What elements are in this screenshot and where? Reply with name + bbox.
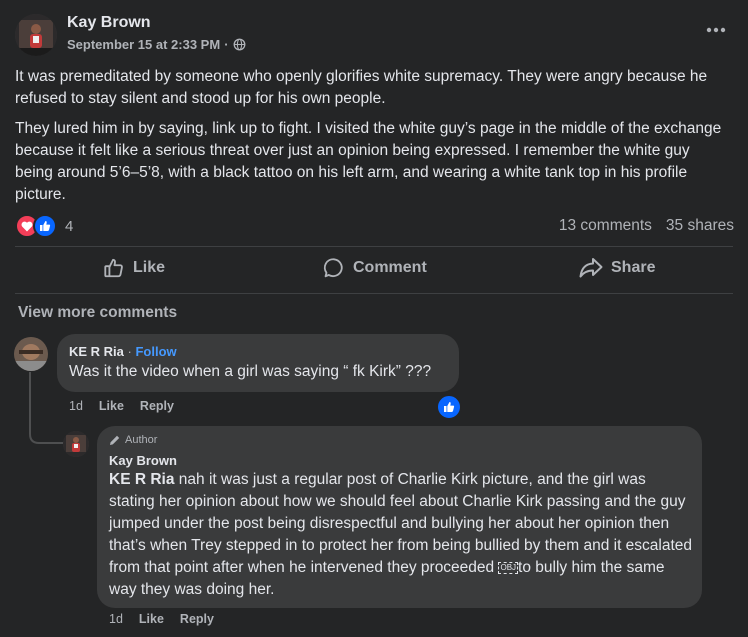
share-arrow-icon bbox=[579, 258, 603, 278]
comment-label: Comment bbox=[353, 259, 427, 276]
comment-header: KE R Ria · Follow bbox=[69, 344, 177, 359]
meta-separator: · bbox=[224, 37, 229, 52]
reply-bubble: Author Kay Brown KE R Ria nah it was jus… bbox=[97, 426, 702, 608]
reply-author-name[interactable]: Kay Brown bbox=[109, 453, 177, 468]
comment-reply-button[interactable]: Reply bbox=[140, 399, 174, 413]
like-icon bbox=[444, 402, 455, 412]
post-author-name[interactable]: Kay Brown bbox=[67, 14, 151, 32]
comment-text: Was it the video when a girl was saying … bbox=[69, 363, 432, 380]
comment-like-badge[interactable] bbox=[436, 394, 462, 420]
post-stats: 13 comments 35 shares bbox=[559, 217, 734, 235]
commenter-name[interactable]: KE R Ria bbox=[69, 344, 124, 359]
like-icon bbox=[33, 214, 57, 238]
author-badge-label: Author bbox=[125, 434, 158, 446]
post-author-avatar[interactable] bbox=[15, 14, 57, 56]
reply-text: KE R Ria nah it was just a regular post … bbox=[109, 469, 694, 601]
comment-like-button[interactable]: Like bbox=[99, 399, 124, 413]
like-label: Like bbox=[133, 259, 166, 276]
share-label: Share bbox=[611, 259, 656, 276]
mention-link[interactable]: KE R Ria bbox=[109, 471, 174, 488]
comment-bubble-icon bbox=[323, 258, 343, 278]
more-horizontal-icon[interactable] bbox=[704, 22, 728, 42]
comment-time[interactable]: 1d bbox=[69, 399, 83, 413]
post-paragraph-2: They lured him in by saying, link up to … bbox=[15, 120, 722, 203]
comment-button[interactable]: Comment bbox=[323, 253, 427, 283]
reply-author-avatar[interactable] bbox=[63, 431, 89, 457]
object-glyph: OBJ bbox=[498, 562, 519, 574]
reply-like-button[interactable]: Like bbox=[139, 612, 164, 626]
thumbs-up-icon bbox=[104, 258, 123, 278]
name-separator: · bbox=[123, 344, 136, 359]
globe-icon[interactable] bbox=[233, 38, 246, 51]
like-button[interactable]: Like bbox=[103, 253, 165, 283]
commenter-avatar[interactable] bbox=[14, 337, 48, 371]
reaction-count: 4 bbox=[65, 217, 74, 235]
post-timestamp[interactable]: September 15 at 2:33 PM bbox=[67, 37, 220, 52]
share-button[interactable]: Share bbox=[579, 253, 655, 283]
comment-bubble: KE R Ria · Follow Was it the video when … bbox=[57, 334, 459, 392]
shares-count[interactable]: 35 shares bbox=[666, 217, 734, 235]
thread-connector bbox=[29, 372, 64, 444]
reply-actions: 1d Like Reply bbox=[109, 612, 214, 626]
comments-count[interactable]: 13 comments bbox=[559, 217, 652, 235]
view-more-comments[interactable]: View more comments bbox=[18, 304, 177, 322]
post-meta: September 15 at 2:33 PM · bbox=[67, 37, 246, 52]
post-paragraph-1: It was premeditated by someone who openl… bbox=[15, 68, 708, 107]
reply-time[interactable]: 1d bbox=[109, 612, 123, 626]
author-badge: Author bbox=[109, 434, 157, 446]
divider bbox=[15, 293, 733, 294]
pen-icon bbox=[110, 435, 120, 445]
comment-actions: 1d Like Reply bbox=[69, 399, 174, 413]
reaction-summary[interactable]: 4 bbox=[15, 214, 73, 238]
follow-button[interactable]: Follow bbox=[135, 344, 176, 359]
reply-reply-button[interactable]: Reply bbox=[180, 612, 214, 626]
divider bbox=[15, 246, 733, 247]
